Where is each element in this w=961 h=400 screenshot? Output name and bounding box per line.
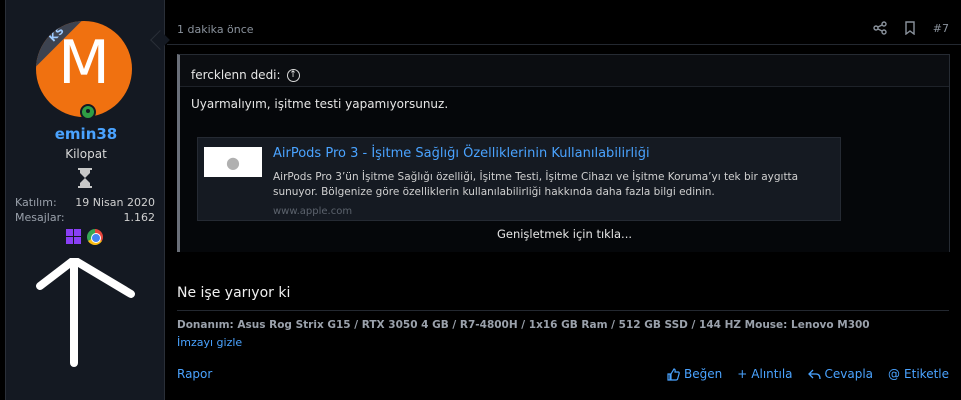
stat-messages: Mesajlar: 1.162 <box>15 211 155 224</box>
stat-label: Katılım: <box>15 196 57 209</box>
tag-button[interactable]: @ Etiketle <box>888 367 949 381</box>
like-button[interactable]: Beğen <box>667 367 722 381</box>
reply-icon <box>807 369 821 379</box>
hide-signature-link[interactable]: İmzayı gizle <box>177 336 242 349</box>
post-footer-actions: Beğen + Alıntıla Cevapla @ Etiketle <box>667 367 949 381</box>
signature: Donanım: Asus Rog Strix G15 / RTX 3050 4… <box>177 319 870 331</box>
online-status-icon <box>80 104 96 120</box>
header-divider <box>167 44 961 45</box>
bookmark-icon[interactable] <box>903 21 917 35</box>
user-os-icons <box>66 229 103 245</box>
reply-button[interactable]: Cevapla <box>807 367 874 381</box>
stat-value[interactable]: 1.162 <box>124 211 156 224</box>
quote-button[interactable]: + Alıntıla <box>737 367 792 381</box>
expand-quote-button[interactable]: Genişletmek için tıkla... <box>180 227 949 241</box>
quote-label: Alıntıla <box>751 367 793 381</box>
link-preview-url: www.apple.com <box>273 206 353 217</box>
link-preview[interactable]: ● AirPods Pro 3 - İşitme Sağlığı Özellik… <box>197 137 841 221</box>
post-timestamp[interactable]: 1 dakika önce <box>177 23 254 36</box>
thumbs-up-icon <box>667 367 680 381</box>
quote-text: Uyarmalıyım, işitme testi yapamıyorsunuz… <box>191 97 449 111</box>
reply-label: Cevapla <box>824 367 874 381</box>
post-body: Ne işe yarıyor ki <box>177 285 291 301</box>
apple-logo-thumbnail: ● <box>204 147 262 177</box>
at-icon: @ <box>888 367 901 381</box>
windows-icon <box>66 229 81 244</box>
stat-value: 19 Nisan 2020 <box>75 196 155 209</box>
username-link[interactable]: emin38 <box>6 125 166 143</box>
stat-label: Mesajlar: <box>15 211 65 224</box>
post-actions: #7 <box>873 21 949 35</box>
user-title: Kilopat <box>65 147 107 161</box>
jump-to-quote-icon[interactable]: ↑ <box>286 68 300 82</box>
share-icon[interactable] <box>873 21 887 35</box>
post-number[interactable]: #7 <box>933 22 949 35</box>
link-preview-description: AirPods Pro 3’ün İşitme Sağlığı özelliği… <box>273 171 799 198</box>
link-preview-title[interactable]: AirPods Pro 3 - İşitme Sağlığı Özellikle… <box>273 146 650 161</box>
chrome-icon <box>87 229 103 245</box>
quote-header[interactable]: fercklenn dedi: ↑ <box>180 55 949 87</box>
tag-label: Etiketle <box>904 367 949 381</box>
quote-author[interactable]: fercklenn dedi: <box>191 68 281 82</box>
like-label: Beğen <box>684 367 723 381</box>
plus-icon: + <box>737 367 748 381</box>
up-arrow-annotation <box>36 258 135 367</box>
quote-block: fercklenn dedi: ↑ Uyarmalıyım, işitme te… <box>177 54 950 252</box>
hourglass-icon <box>78 168 92 188</box>
user-sidebar: M KS emin38 Kilopat Katılım: 19 Nisan 20… <box>5 0 165 400</box>
report-link[interactable]: Rapor <box>177 367 212 381</box>
stat-joined: Katılım: 19 Nisan 2020 <box>15 196 155 209</box>
avatar[interactable]: M KS <box>36 21 132 117</box>
signature-divider <box>177 310 949 311</box>
